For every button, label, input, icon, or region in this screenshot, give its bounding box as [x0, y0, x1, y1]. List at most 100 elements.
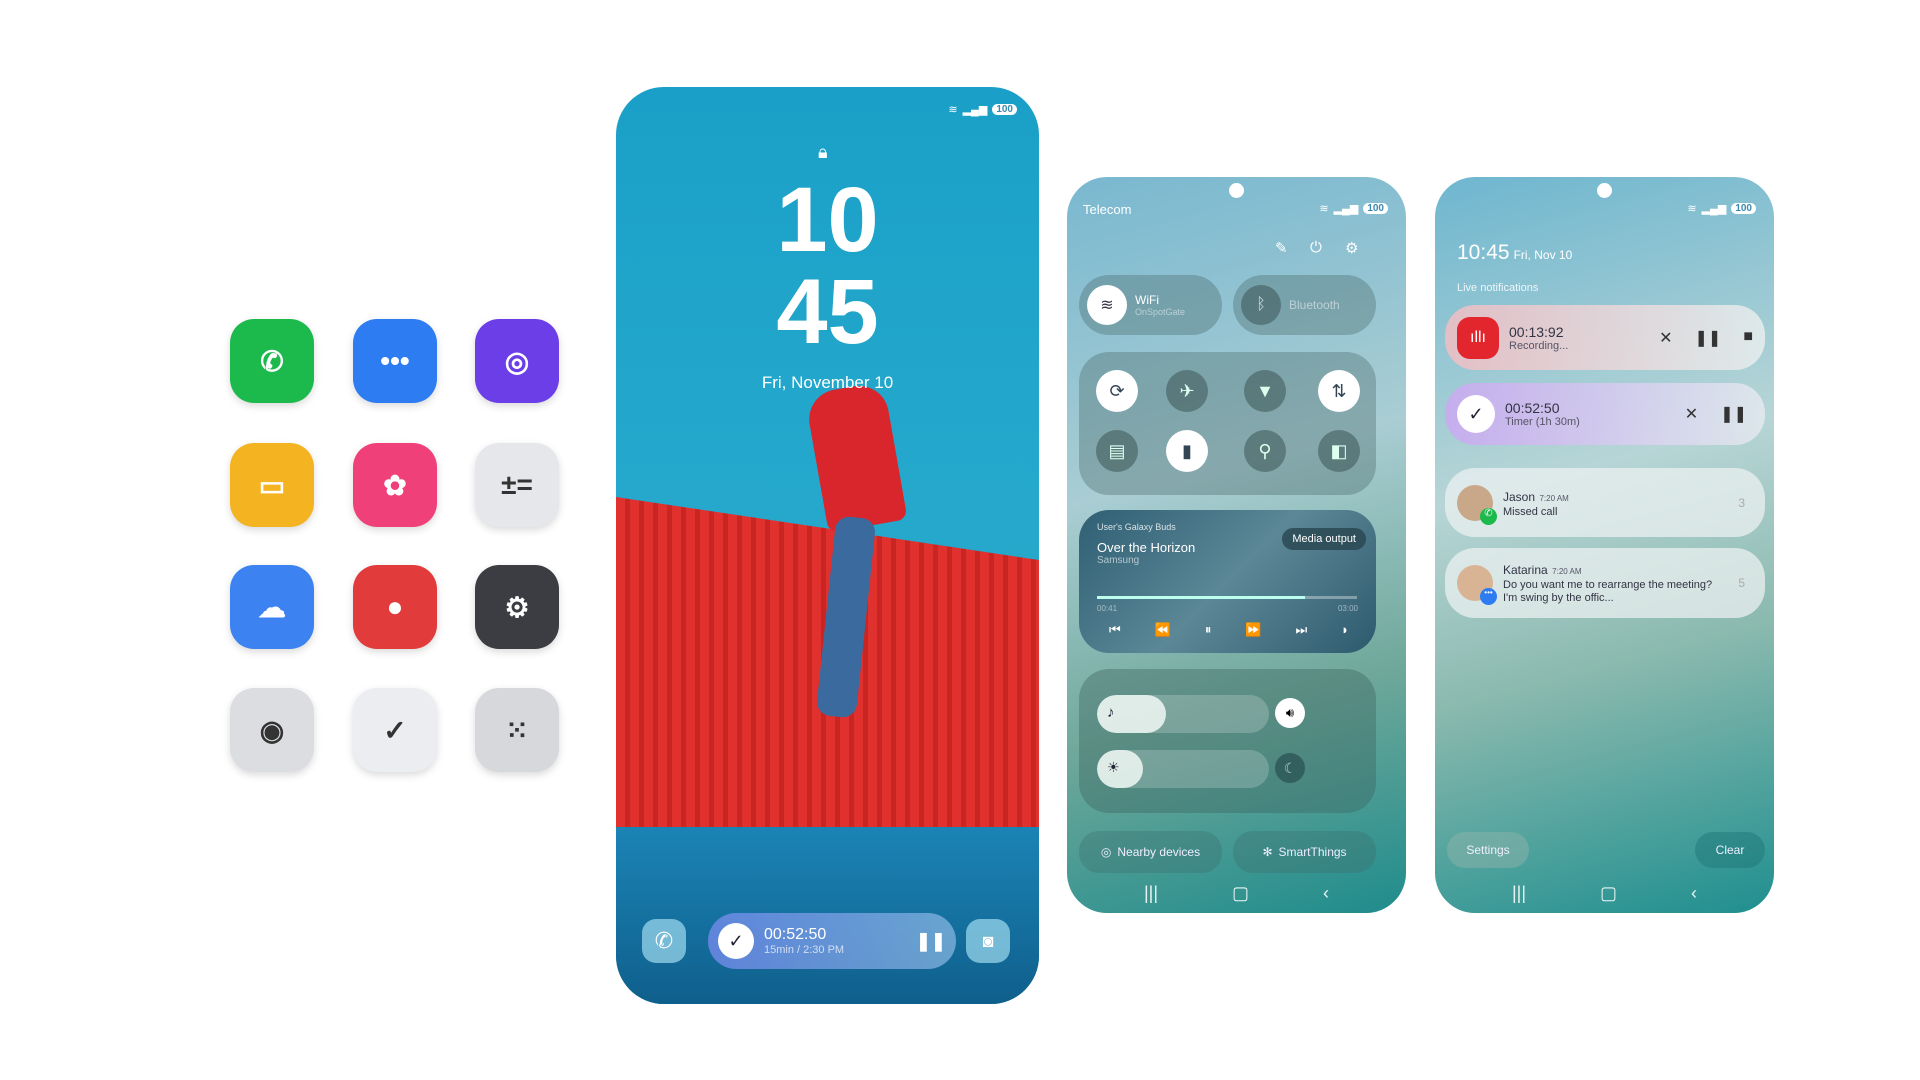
timer-time: 00:52:50 [1505, 400, 1560, 416]
auto-rotate-tile[interactable]: ⟳ [1096, 370, 1138, 412]
smartthings-label: SmartThings [1278, 845, 1347, 859]
power-saving-tile[interactable]: ▮ [1166, 430, 1208, 472]
panel-time: 10:45 [1457, 241, 1510, 264]
bluetooth-icon: ᛒ [1241, 285, 1281, 325]
pause-icon[interactable]: ❚❚ [1695, 328, 1722, 348]
signal-icon: ▂▄▆ [1701, 203, 1727, 215]
recording-notification[interactable]: ıllı 00:13:92 Recording... ✕ ❚❚ ■ [1445, 305, 1765, 370]
lock-date: Fri, November 10 [761, 373, 894, 392]
sound-mode-button[interactable]: 🔊︎ [1275, 698, 1305, 728]
fast-forward-icon[interactable]: ⏩ [1245, 622, 1261, 638]
voice-recorder-app-icon[interactable]: ⁙ [475, 688, 559, 772]
notification-settings-button[interactable]: Settings [1447, 832, 1529, 868]
edit-icon[interactable]: ✎ [1275, 239, 1288, 257]
nearby-label: Nearby devices [1117, 845, 1201, 859]
sun-icon: ☀ [1107, 759, 1120, 775]
live-notifications-label: Live notifications [1457, 282, 1539, 294]
internet-app-icon[interactable]: ◎ [475, 319, 559, 403]
my-files-icon: ▭ [258, 469, 286, 501]
status-bar: ≋ ▂▄▆ 100 [1687, 202, 1756, 215]
earbuds-icon[interactable]: ◗ [1341, 622, 1349, 638]
wifi-toggle[interactable]: ≋ WiFi OnSpotGate [1079, 275, 1222, 335]
navigation-bar: ||| ▢ ‹ [1067, 883, 1406, 904]
notification-item[interactable]: ••• Katarina 7:20 AM Do you want me to re… [1445, 548, 1765, 618]
voice-recorder-icon: ⁙ [505, 714, 529, 746]
bluetooth-toggle[interactable]: ᛒ Bluetooth [1233, 275, 1376, 335]
camera-shortcut[interactable]: ◙ [966, 919, 1010, 963]
wifi-icon: ≋ [1319, 203, 1329, 215]
pause-button[interactable]: ❚❚ [916, 931, 946, 952]
media-output-button[interactable]: Media output [1282, 528, 1366, 550]
calculator-app-icon[interactable]: ±= [475, 443, 559, 527]
recents-button[interactable]: ||| [1144, 883, 1158, 904]
timer-status: Timer (1h 30m) [1505, 416, 1580, 428]
voice-recorder-icon: ıllı [1457, 316, 1499, 359]
pause-icon[interactable]: ⏸ [1205, 622, 1212, 638]
back-button[interactable]: ‹ [1691, 883, 1697, 904]
battery-indicator: 100 [1731, 203, 1756, 214]
rewind-icon[interactable]: ⏪ [1155, 622, 1171, 638]
avatar: ••• [1457, 565, 1497, 605]
person-figure [804, 381, 908, 533]
smartthings-icon: ✻ [1262, 845, 1273, 859]
phone-app-icon[interactable]: ✆ [230, 319, 314, 403]
notification-item[interactable]: ✆ Jason 7:20 AM Missed call 3 [1445, 468, 1765, 537]
home-button[interactable]: ▢ [1232, 883, 1249, 904]
music-note-icon: ♪ [1107, 704, 1115, 721]
volume-slider[interactable]: ♪ [1097, 695, 1269, 733]
airplane-mode-tile[interactable]: ✈ [1166, 370, 1208, 412]
settings-app-icon[interactable]: ⚙ [475, 565, 559, 649]
smartthings-button[interactable]: ✻ SmartThings [1233, 831, 1376, 873]
multi-window-tile[interactable]: ◧ [1318, 430, 1360, 472]
timer-notification[interactable]: ✓ 00:52:50 Timer (1h 30m) ✕ ❚❚ [1445, 383, 1765, 445]
seekbar-fill [1097, 596, 1305, 599]
flashlight-tile[interactable]: ▼ [1244, 370, 1286, 412]
home-button[interactable]: ▢ [1600, 883, 1617, 904]
notification-count: 3 [1738, 495, 1745, 510]
phone-badge-icon: ✆ [1480, 507, 1497, 525]
media-seekbar[interactable] [1097, 596, 1357, 599]
notification-text: Missed call [1503, 505, 1558, 518]
close-icon[interactable]: ✕ [1659, 328, 1672, 348]
clear-button[interactable]: Clear [1695, 832, 1765, 868]
messages-badge-icon: ••• [1480, 588, 1497, 605]
my-files-app-icon[interactable]: ▭ [230, 443, 314, 527]
clock-icon: ✓ [1457, 395, 1495, 433]
messages-app-icon[interactable]: ••• [353, 319, 437, 403]
pause-icon[interactable]: ❚❚ [1720, 404, 1747, 424]
elapsed-time: 00:41 [1097, 604, 1118, 613]
phone-shortcut[interactable]: ✆ [642, 919, 686, 963]
mobile-data-tile[interactable]: ⇅ [1318, 370, 1360, 412]
cloud-app-icon[interactable]: ☁ [230, 565, 314, 649]
dark-mode-button[interactable]: ☾ [1275, 753, 1305, 783]
gallery-app-icon[interactable]: ✿ [353, 443, 437, 527]
avatar: ✆ [1457, 484, 1497, 525]
stop-icon[interactable]: ■ [1743, 328, 1753, 348]
skip-previous-icon[interactable]: ⏮ [1109, 622, 1121, 638]
brightness-slider[interactable]: ☀ [1097, 750, 1269, 788]
signal-icon: ▂▄▆ [962, 104, 988, 116]
close-icon[interactable]: ✕ [1685, 404, 1698, 424]
contacts-app-icon[interactable]: ● [353, 565, 437, 649]
calculator-icon: ±= [501, 469, 533, 500]
skip-next-icon[interactable]: ⏭ [1295, 622, 1307, 638]
timer-live-pill[interactable]: ✓ 00:52:50 15min / 2:30 PM ❚❚ [708, 913, 956, 969]
notification-count: 5 [1738, 576, 1745, 590]
notification-text: Do you want me to rearrange the meeting?… [1503, 579, 1713, 604]
contacts-icon: ● [386, 591, 404, 622]
duration-time: 03:00 [1337, 604, 1358, 613]
brightness-fill [1097, 750, 1144, 788]
camera-app-icon[interactable]: ◉ [230, 688, 314, 772]
location-tile[interactable]: ⚲ [1244, 430, 1286, 472]
lock-screen-phone: ≋ ▂▄▆ 100 🔒︎ 10 45 Fri, November 10 ✆ ✓ 0… [616, 87, 1039, 1004]
power-icon[interactable]: ⏻ [1310, 239, 1322, 256]
back-button[interactable]: ‹ [1323, 883, 1329, 904]
clock-app-icon[interactable]: ✓ [353, 688, 437, 772]
recents-button[interactable]: ||| [1512, 883, 1526, 904]
nearby-devices-button[interactable]: ◎ Nearby devices [1079, 831, 1222, 873]
wifi-icon: ≋ [1687, 203, 1697, 215]
internet-icon: ◎ [504, 345, 530, 377]
sender-name: Jason [1503, 489, 1536, 504]
settings-gear-icon[interactable]: ⚙ [1345, 239, 1358, 257]
cast-tile[interactable]: ▤ [1096, 430, 1138, 472]
